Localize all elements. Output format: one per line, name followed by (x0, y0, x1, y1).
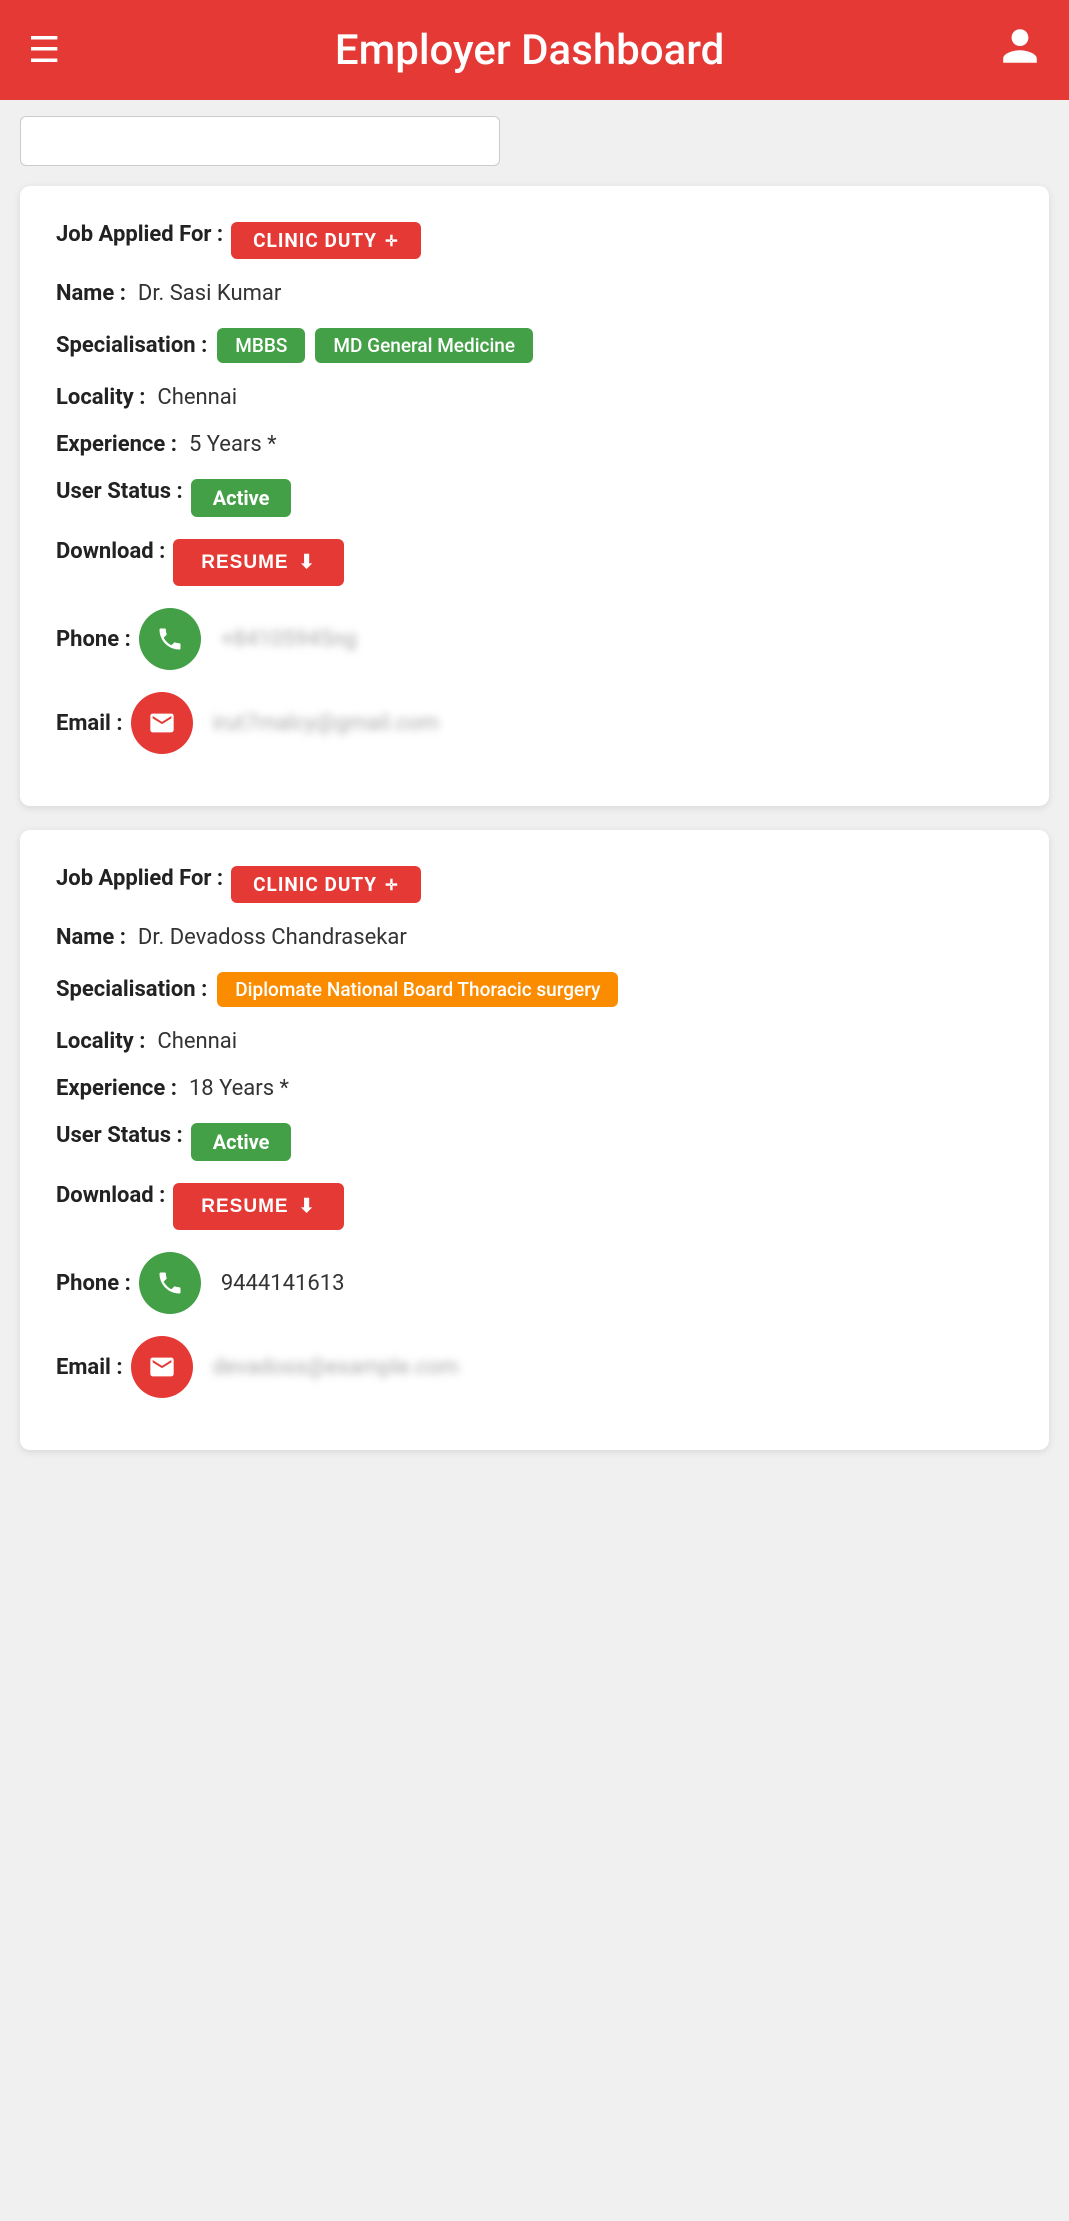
menu-icon[interactable]: ☰ (28, 29, 60, 71)
cross-icon-1: ✛ (385, 232, 399, 250)
resume-button-1[interactable]: RESUME ⬇ (173, 539, 343, 586)
email-button-1[interactable] (131, 692, 193, 754)
locality-label-2: Locality : (56, 1029, 145, 1054)
name-label-2: Name : (56, 925, 126, 950)
job-badge-2[interactable]: CLINIC DUTY ✛ (231, 866, 421, 903)
download-row-1: Download : RESUME ⬇ (56, 539, 1013, 586)
email-label-2: Email : (56, 1355, 123, 1380)
status-row-1: User Status : Active (56, 479, 1013, 517)
applicant-card-2: Job Applied For : CLINIC DUTY ✛ Name : D… (20, 830, 1049, 1450)
locality-value-1: Chennai (157, 385, 237, 410)
search-input[interactable] (20, 116, 500, 166)
email-value-1: irut7rnalcy@gmail.com (213, 711, 440, 736)
download-row-2: Download : RESUME ⬇ (56, 1183, 1013, 1230)
spec-row-1: Specialisation : MBBS MD General Medicin… (56, 328, 1013, 363)
phone-row-1: Phone : +84105945ng (56, 608, 1013, 670)
name-row-2: Name : Dr. Devadoss Chandrasekar (56, 925, 1013, 950)
name-value-2: Dr. Devadoss Chandrasekar (138, 925, 407, 950)
status-badge-2: Active (191, 1123, 292, 1161)
name-label-1: Name : (56, 281, 126, 306)
phone-label-2: Phone : (56, 1271, 131, 1296)
status-label-1: User Status : (56, 479, 183, 504)
download-icon-2: ⬇ (299, 1195, 316, 1218)
search-bar-area (0, 100, 1069, 166)
spec-badge-1-0: MBBS (217, 328, 305, 363)
app-header: ☰ Employer Dashboard (0, 0, 1069, 100)
job-applied-row-2: Job Applied For : CLINIC DUTY ✛ (56, 866, 1013, 903)
email-label-1: Email : (56, 711, 123, 736)
email-row-1: Email : irut7rnalcy@gmail.com (56, 692, 1013, 754)
locality-row-2: Locality : Chennai (56, 1029, 1013, 1054)
locality-row-1: Locality : Chennai (56, 385, 1013, 410)
status-badge-1: Active (191, 479, 292, 517)
status-label-2: User Status : (56, 1123, 183, 1148)
phone-row-2: Phone : 9444141613 (56, 1252, 1013, 1314)
applicant-card-1: Job Applied For : CLINIC DUTY ✛ Name : D… (20, 186, 1049, 806)
phone-button-1[interactable] (139, 608, 201, 670)
experience-label-1: Experience : (56, 432, 177, 457)
phone-value-1: +84105945ng (221, 627, 357, 652)
job-applied-row-1: Job Applied For : CLINIC DUTY ✛ (56, 222, 1013, 259)
spec-row-2: Specialisation : Diplomate National Boar… (56, 972, 1013, 1007)
locality-label-1: Locality : (56, 385, 145, 410)
resume-button-2[interactable]: RESUME ⬇ (173, 1183, 343, 1230)
experience-value-2: 18 Years * (189, 1076, 289, 1101)
download-label-2: Download : (56, 1183, 165, 1208)
cards-container: Job Applied For : CLINIC DUTY ✛ Name : D… (0, 166, 1069, 1470)
job-applied-label-2: Job Applied For : (56, 866, 223, 891)
email-button-2[interactable] (131, 1336, 193, 1398)
status-row-2: User Status : Active (56, 1123, 1013, 1161)
spec-label-1: Specialisation : (56, 333, 207, 358)
locality-value-2: Chennai (157, 1029, 237, 1054)
email-value-2: devadoss@example.com (213, 1355, 459, 1380)
phone-button-2[interactable] (139, 1252, 201, 1314)
job-applied-label-1: Job Applied For : (56, 222, 223, 247)
job-badge-1[interactable]: CLINIC DUTY ✛ (231, 222, 421, 259)
experience-value-1: 5 Years * (189, 432, 277, 457)
phone-value-2: 9444141613 (221, 1271, 345, 1296)
phone-label-1: Phone : (56, 627, 131, 652)
spec-label-2: Specialisation : (56, 977, 207, 1002)
download-label-1: Download : (56, 539, 165, 564)
spec-badge-1-1: MD General Medicine (315, 328, 533, 363)
email-row-2: Email : devadoss@example.com (56, 1336, 1013, 1398)
name-row-1: Name : Dr. Sasi Kumar (56, 281, 1013, 306)
experience-label-2: Experience : (56, 1076, 177, 1101)
download-icon-1: ⬇ (299, 551, 316, 574)
experience-row-1: Experience : 5 Years * (56, 432, 1013, 457)
cross-icon-2: ✛ (385, 876, 399, 894)
user-icon[interactable] (999, 25, 1041, 76)
name-value-1: Dr. Sasi Kumar (138, 281, 281, 306)
experience-row-2: Experience : 18 Years * (56, 1076, 1013, 1101)
spec-badge-2-0: Diplomate National Board Thoracic surger… (217, 972, 618, 1007)
page-title: Employer Dashboard (335, 26, 724, 75)
